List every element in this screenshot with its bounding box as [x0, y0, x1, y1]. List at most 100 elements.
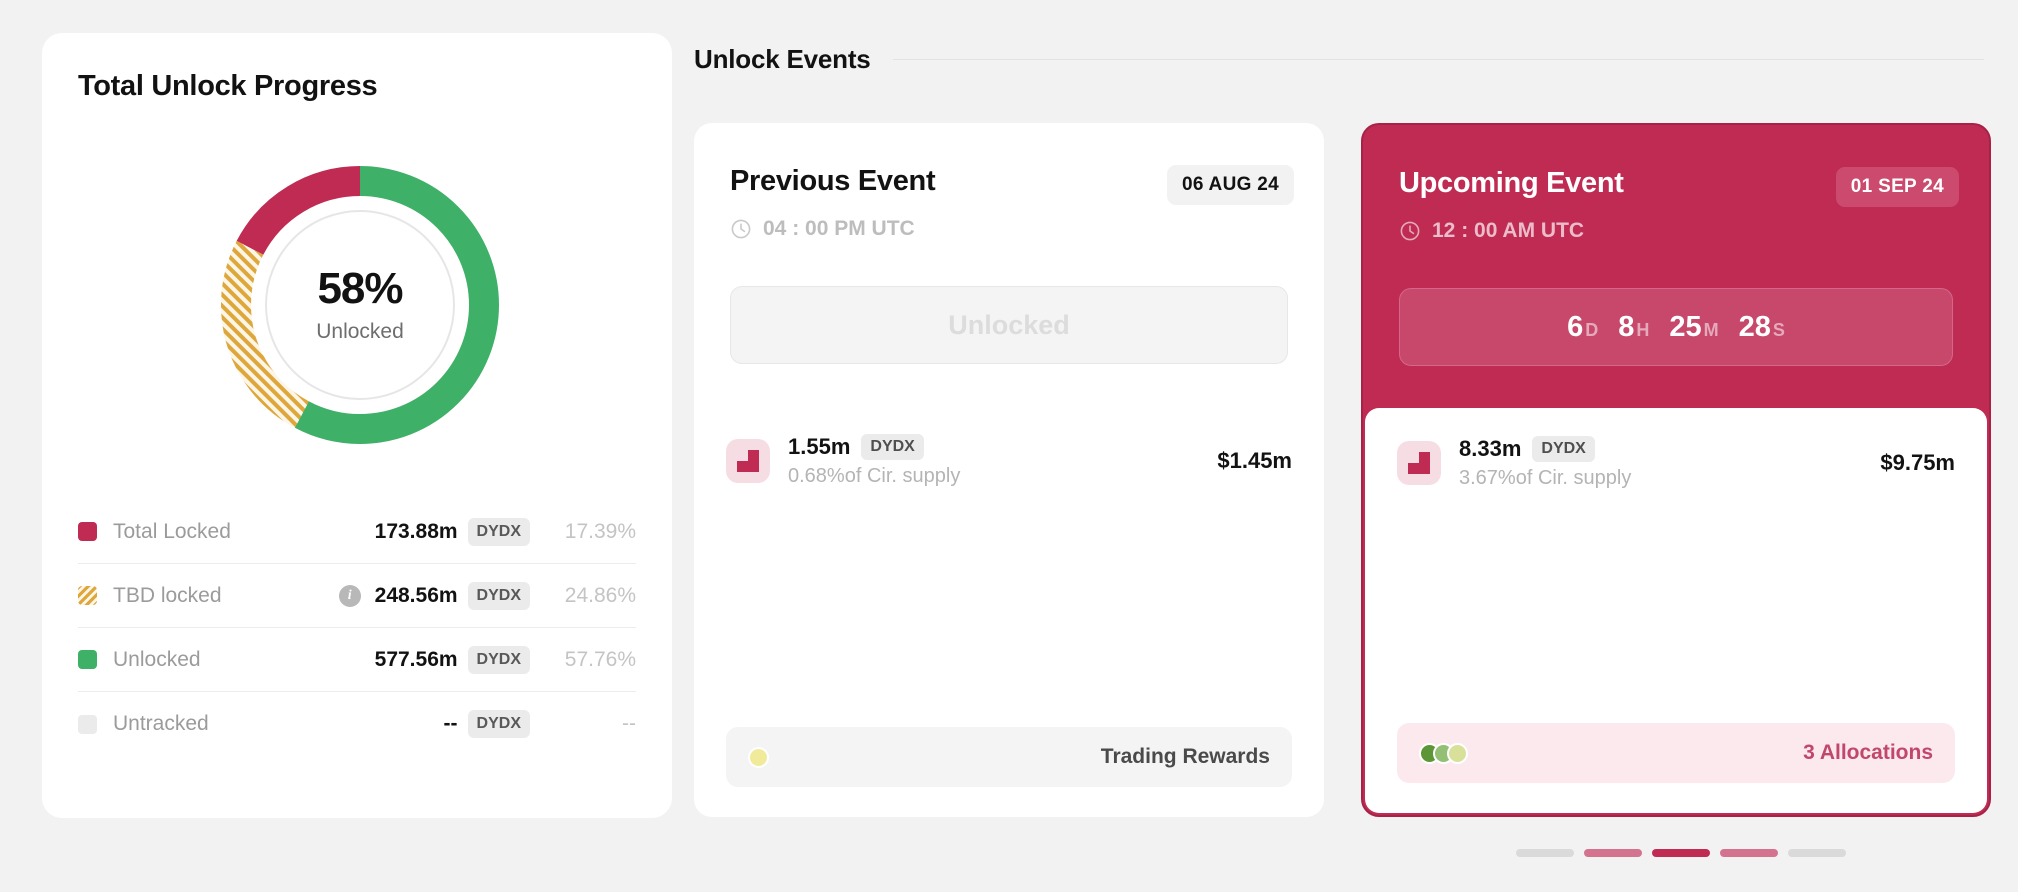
legend-label: Unlocked [113, 647, 201, 671]
legend-amount: 173.88m [374, 519, 458, 543]
upcoming-event-footer[interactable]: 3 Allocations [1397, 723, 1955, 783]
countdown-value: 25 [1669, 310, 1702, 343]
event-time-row: 04 : 00 PM UTC [730, 217, 1294, 241]
dydx-token-icon [726, 439, 770, 483]
pager-bar-2[interactable] [1584, 849, 1642, 857]
event-date-badge: 06 AUG 24 [1166, 165, 1294, 205]
legend-percent: 57.76% [564, 647, 636, 671]
tbd-swatch-icon [78, 586, 97, 605]
reward-dot-icon [748, 746, 769, 768]
legend-row-unlocked[interactable]: Unlocked 577.56m DYDX 57.76% [78, 628, 636, 692]
event-time: 04 : 00 PM UTC [763, 217, 915, 240]
locked-swatch-icon [78, 522, 97, 541]
status-badge: Unlocked [948, 309, 1070, 340]
donut-center-labels: 58% Unlocked [210, 155, 510, 455]
upcoming-event-header: Upcoming Event 01 SEP 24 12 : 00 AM UTC … [1363, 125, 1989, 408]
event-time: 12 : 00 AM UTC [1432, 219, 1585, 242]
legend-label: TBD locked [113, 583, 222, 607]
token-amount-row: 1.55m DYDX [788, 434, 960, 460]
pager-bar-3-active[interactable] [1652, 849, 1710, 857]
legend-row-tbd-locked[interactable]: TBD locked i 248.56m DYDX 24.86% [78, 564, 636, 628]
token-info: 8.33m DYDX 3.67%of Cir. supply [1459, 436, 1631, 490]
legend-percent: -- [622, 712, 636, 735]
clock-icon [1399, 220, 1421, 242]
legend-row-total-locked[interactable]: Total Locked 173.88m DYDX 17.39% [78, 500, 636, 564]
countdown-value: 28 [1738, 310, 1771, 343]
section-title: Unlock Events [694, 44, 871, 74]
unlock-events-header: Unlock Events [694, 44, 1984, 75]
legend-ticker-badge: DYDX [467, 517, 530, 546]
unlock-legend: Total Locked 173.88m DYDX 17.39% TBD loc… [78, 500, 636, 756]
upcoming-event-body: 8.33m DYDX 3.67%of Cir. supply $9.75m 3 … [1365, 408, 1987, 813]
countdown-timer: 6D 8H 25 M 28 S [1399, 288, 1953, 366]
header-divider [892, 59, 1984, 60]
legend-percent: 24.86% [564, 583, 636, 607]
countdown-seconds: 28 S [1739, 311, 1785, 344]
upcoming-event-card[interactable]: Upcoming Event 01 SEP 24 12 : 00 AM UTC … [1361, 123, 1991, 817]
token-usd-value: $1.45m [1217, 448, 1292, 473]
unlock-percent-value: 58% [317, 263, 403, 313]
token-allocation-row: 8.33m DYDX 3.67%of Cir. supply $9.75m [1397, 436, 1955, 490]
allocation-dot-cluster [1419, 742, 1468, 764]
countdown-minutes: 25 M [1669, 311, 1718, 344]
countdown-value: 8 [1618, 310, 1635, 343]
pager-bar-1[interactable] [1516, 849, 1574, 857]
page-title: Total Unlock Progress [78, 70, 378, 102]
legend-ticker-badge: DYDX [467, 710, 530, 738]
title-date-row: Previous Event 06 AUG 24 [730, 165, 1294, 205]
token-allocation-row: 1.55m DYDX 0.68%of Cir. supply $1.45m [726, 434, 1292, 488]
card-title: Upcoming Event [1399, 167, 1624, 199]
legend-ticker-badge: DYDX [467, 581, 530, 610]
legend-amount: 577.56m [374, 647, 458, 671]
token-ticker-badge: DYDX [1532, 436, 1595, 462]
legend-label: Untracked [113, 712, 209, 735]
pager-bar-5[interactable] [1788, 849, 1846, 857]
info-icon[interactable]: i [338, 584, 361, 607]
countdown-unit: S [1772, 319, 1785, 340]
carousel-pagination[interactable] [1516, 849, 1846, 857]
token-ticker-badge: DYDX [861, 434, 924, 460]
reward-dot-cluster [748, 746, 769, 768]
legend-amount: -- [443, 712, 458, 735]
unlock-progress-donut-chart: 58% Unlocked [210, 155, 510, 455]
previous-event-footer[interactable]: Trading Rewards [726, 727, 1292, 787]
token-supply-share: 3.67%of Cir. supply [1459, 467, 1632, 489]
countdown-unit: D [1585, 319, 1599, 340]
title-date-row: Upcoming Event 01 SEP 24 [1399, 167, 1959, 207]
token-amount-row: 8.33m DYDX [1459, 436, 1631, 462]
previous-event-body: 1.55m DYDX 0.68%of Cir. supply $1.45m Tr… [694, 406, 1324, 817]
footer-label: Trading Rewards [1100, 745, 1270, 768]
total-unlock-progress-card: Total Unlock Progress 58% Unlocked Total… [42, 33, 672, 818]
countdown-hours: 8H [1618, 311, 1649, 344]
previous-event-card[interactable]: Previous Event 06 AUG 24 04 : 00 PM UTC … [694, 123, 1324, 817]
legend-percent: 17.39% [564, 519, 636, 543]
countdown-unit: H [1636, 319, 1650, 340]
previous-event-heading-block: Previous Event 06 AUG 24 04 : 00 PM UTC [730, 165, 1294, 241]
token-info: 1.55m DYDX 0.68%of Cir. supply [788, 434, 960, 488]
pager-bar-4[interactable] [1720, 849, 1778, 857]
countdown-segments: 6D 8H 25 M 28 S [1567, 311, 1785, 344]
token-amount: 1.55m [788, 434, 851, 459]
dydx-token-icon [1397, 441, 1441, 485]
legend-amount: 248.56m [374, 583, 458, 607]
legend-label: Total Locked [113, 519, 231, 543]
untracked-swatch-icon [78, 714, 97, 734]
allocation-dot-icon [1447, 742, 1468, 764]
upcoming-event-heading-block: Upcoming Event 01 SEP 24 12 : 00 AM UTC [1399, 167, 1959, 243]
token-usd-value: $9.75m [1880, 450, 1955, 475]
countdown-value: 6 [1567, 310, 1584, 343]
card-title: Previous Event [730, 165, 936, 197]
legend-row-untracked[interactable]: Untracked -- DYDX -- [78, 692, 636, 756]
token-amount: 8.33m [1459, 436, 1522, 461]
clock-icon [730, 218, 752, 240]
unlock-dashboard: Total Unlock Progress 58% Unlocked Total… [0, 0, 2018, 892]
unlocked-status-button: Unlocked [730, 286, 1288, 364]
event-time-row: 12 : 00 AM UTC [1399, 219, 1959, 243]
previous-event-header: Previous Event 06 AUG 24 04 : 00 PM UTC … [694, 123, 1324, 406]
legend-ticker-badge: DYDX [467, 645, 530, 674]
unlock-percent-caption: Unlocked [316, 319, 404, 343]
unlocked-swatch-icon [78, 650, 97, 669]
token-supply-share: 0.68%of Cir. supply [788, 465, 961, 487]
event-date-badge: 01 SEP 24 [1835, 167, 1959, 207]
countdown-unit: M [1703, 319, 1719, 340]
